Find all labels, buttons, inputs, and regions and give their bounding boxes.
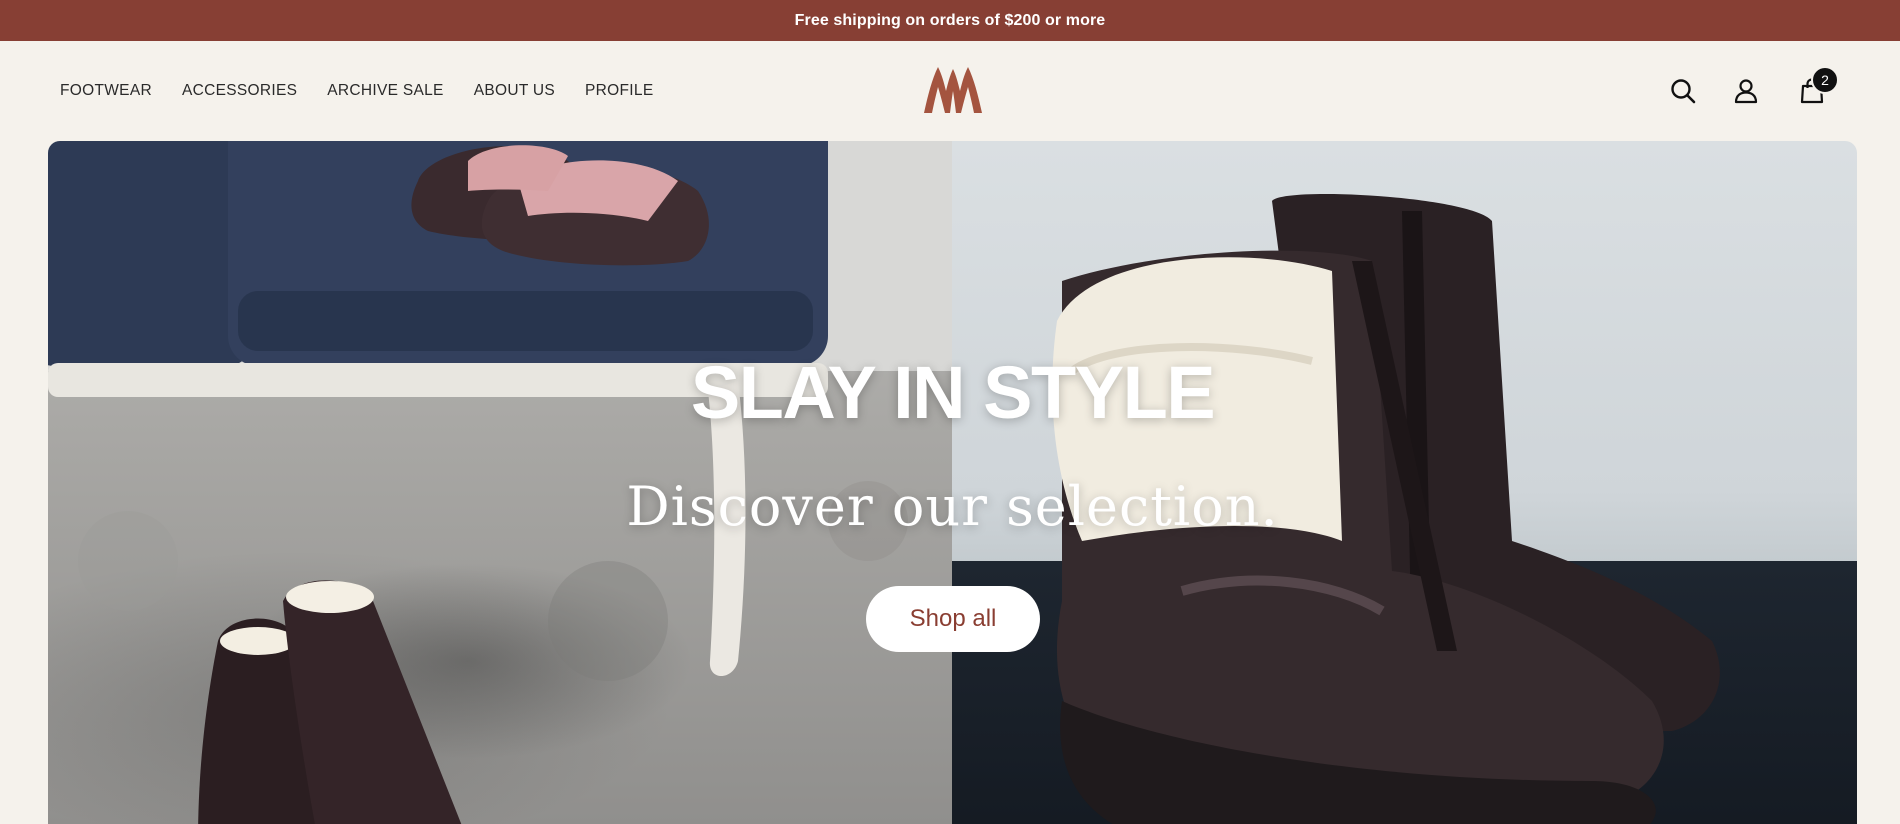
hero-subtitle: Discover our selection. xyxy=(626,475,1279,538)
main-nav: FOOTWEAR ACCESSORIES ARCHIVE SALE ABOUT … xyxy=(60,41,653,141)
nav-item-profile[interactable]: PROFILE xyxy=(585,82,653,100)
account-icon[interactable] xyxy=(1732,77,1760,105)
shop-all-button[interactable]: Shop all xyxy=(866,586,1040,652)
nav-item-archive-sale[interactable]: ARCHIVE SALE xyxy=(327,82,443,100)
search-icon[interactable] xyxy=(1669,77,1697,105)
hero-title: SLAY IN STYLE xyxy=(690,351,1216,434)
brand-logo-icon[interactable] xyxy=(922,65,984,115)
nav-item-about-us[interactable]: ABOUT US xyxy=(474,82,555,100)
cart-count-badge: 2 xyxy=(1811,66,1839,94)
announcement-text: Free shipping on orders of $200 or more xyxy=(794,11,1106,29)
nav-item-footwear[interactable]: FOOTWEAR xyxy=(60,82,152,100)
site-header: FOOTWEAR ACCESSORIES ARCHIVE SALE ABOUT … xyxy=(0,41,1900,141)
announcement-bar: Free shipping on orders of $200 or more xyxy=(0,0,1900,41)
nav-item-accessories[interactable]: ACCESSORIES xyxy=(182,82,297,100)
